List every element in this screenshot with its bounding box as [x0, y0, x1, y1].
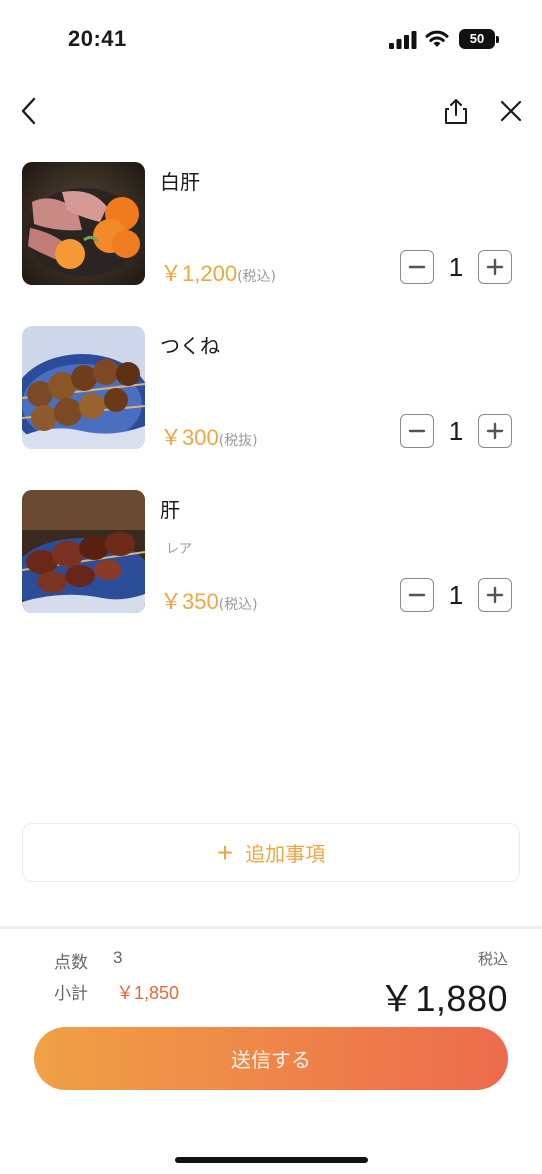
status-time: 20:41 — [68, 26, 127, 51]
submit-label: 送信する — [231, 1048, 311, 1072]
plus-icon — [486, 422, 504, 440]
cart-item: 白肝 ￥1,200(税込) 1 — [0, 162, 542, 286]
item-option-note: レア — [166, 542, 193, 557]
share-button[interactable] — [439, 94, 473, 128]
decrease-quantity-button[interactable] — [400, 578, 434, 612]
item-name: 白肝 — [160, 170, 200, 194]
item-name: 肝 — [160, 498, 180, 522]
decrease-quantity-button[interactable] — [400, 414, 434, 448]
minus-icon — [408, 429, 426, 433]
item-count-value: 3 — [113, 948, 123, 967]
plus-icon: + — [216, 836, 234, 868]
increase-quantity-button[interactable] — [478, 578, 512, 612]
decrease-quantity-button[interactable] — [400, 250, 434, 284]
price-value: ￥300 — [160, 425, 219, 450]
increase-quantity-button[interactable] — [478, 414, 512, 448]
quantity-value: 1 — [448, 416, 464, 446]
item-photo — [22, 326, 145, 449]
tax-note: (税込) — [237, 269, 276, 285]
quantity-value: 1 — [448, 580, 464, 610]
status-bar: 20:41 50 — [0, 0, 542, 80]
item-price: ￥350(税込) — [160, 584, 258, 616]
item-name: つくね — [160, 334, 220, 358]
item-price: ￥300(税抜) — [160, 420, 258, 452]
item-photo — [22, 162, 145, 285]
close-button[interactable] — [494, 94, 528, 128]
back-icon — [21, 97, 36, 125]
item-photo — [22, 490, 145, 613]
minus-icon — [408, 593, 426, 597]
close-icon — [500, 100, 522, 122]
signal-icon — [389, 31, 417, 49]
quantity-value: 1 — [448, 252, 464, 282]
add-extra-button[interactable]: + 追加事項 — [22, 823, 520, 882]
battery-level: 50 — [469, 31, 485, 46]
subtotal-label: 小計 — [54, 984, 88, 1004]
tax-note: (税抜) — [218, 433, 258, 449]
increase-quantity-button[interactable] — [478, 250, 512, 284]
subtotal-value: ￥1,850 — [116, 983, 180, 1003]
submit-order-button[interactable]: 送信する — [34, 1027, 508, 1090]
home-indicator[interactable] — [175, 1157, 368, 1163]
footer-divider — [0, 926, 542, 929]
plus-icon — [486, 586, 504, 604]
total-value: ￥1,880 — [378, 978, 508, 1019]
total-tax-label: 税込 — [477, 950, 508, 968]
minus-icon — [408, 265, 426, 269]
cart-item: 肝 レア ￥350(税込) 1 — [0, 490, 542, 614]
plus-icon — [486, 258, 504, 276]
add-extra-label: 追加事項 — [245, 842, 326, 866]
item-price: ￥1,200(税込) — [160, 256, 276, 288]
battery-icon: 50 — [459, 29, 499, 49]
wifi-icon — [425, 30, 449, 47]
item-count-label: 点数 — [54, 953, 88, 973]
tax-note: (税込) — [218, 597, 258, 613]
price-value: ￥1,200 — [160, 261, 238, 286]
back-button[interactable] — [12, 94, 46, 128]
cart-item: つくね ￥300(税抜) 1 — [0, 326, 542, 450]
share-icon — [445, 99, 467, 124]
price-value: ￥350 — [160, 589, 219, 614]
